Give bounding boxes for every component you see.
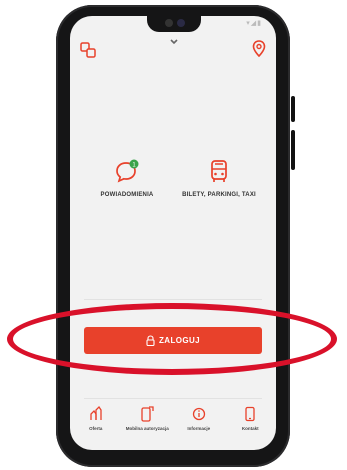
info-icon [192,407,205,421]
notifications-tile[interactable]: 1 POWIADOMIENIA [82,158,172,198]
contact-icon [245,406,255,422]
notifications-label: POWIADOMIENIA [100,192,154,198]
tickets-parking-taxi-tile[interactable]: BILETY, PARKINGI, TAXI [174,158,264,198]
chevron-down-icon[interactable] [169,38,179,46]
bus-icon [211,160,227,182]
location-pin-icon[interactable] [252,40,266,58]
nav-label-offer: Oferta [89,426,103,431]
phone-side-button [291,130,295,170]
phone-notch [147,16,201,32]
front-camera [165,19,173,27]
chat-bubble-icon: 1 [116,159,139,183]
phone-side-button [291,96,295,122]
nav-item-mobile-authorization[interactable]: Mobilna autoryzacja [122,406,174,446]
nav-item-info[interactable]: Informacje [173,406,225,446]
highlight-ring [7,303,337,375]
nav-item-offer[interactable]: Oferta [70,406,122,446]
mobile-authorization-icon [141,406,154,422]
app-screen: ▾◢▮ 1 POWIADOMIENIA BILETY, PARKINGI, TA… [70,16,276,450]
nav-label-contact: Kontakt [241,426,259,431]
divider [84,398,262,399]
nav-item-contact[interactable]: Kontakt [225,406,277,446]
bottom-navigation: Oferta Mobilna autoryzacja Informacje Ko… [70,406,276,446]
status-bar-icons: ▾◢▮ [246,20,262,27]
divider [84,299,262,300]
exchange-icon[interactable] [80,42,96,58]
nav-label-mobile-authorization: Mobilna autoryzacja [125,426,169,431]
tickets-parking-taxi-label: BILETY, PARKINGI, TAXI [182,192,256,198]
offer-icon [90,406,102,420]
nav-label-info: Informacje [187,426,211,431]
front-camera [177,19,185,27]
